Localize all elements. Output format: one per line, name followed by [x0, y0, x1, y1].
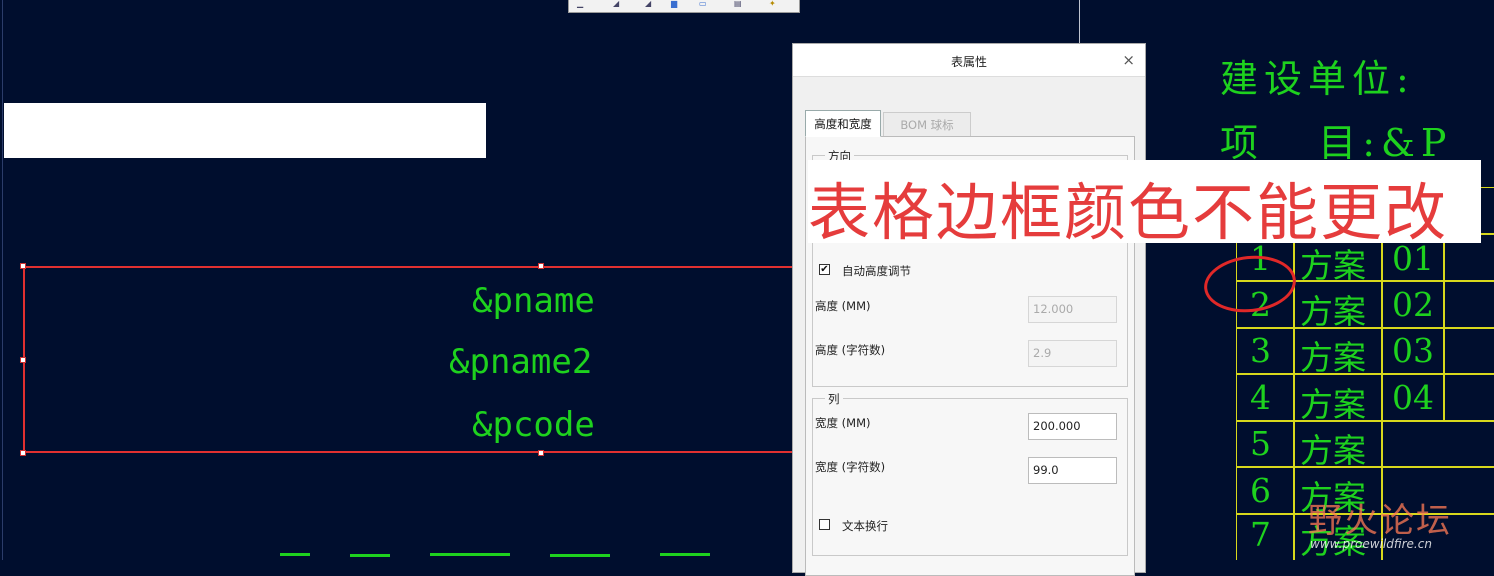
- table-row-code: 03: [1392, 331, 1434, 370]
- height-mm-label: 高度 (MM): [815, 299, 871, 313]
- annotation-callout: 表格边框颜色不能更改: [808, 160, 1481, 249]
- partial-text-bottom: [280, 553, 760, 560]
- close-icon[interactable]: ×: [1122, 51, 1135, 69]
- toolbar: ▁ ◢ ◢ ▆ ▭ ▤ ✦: [568, 0, 800, 13]
- auto-height-label: 自动高度调节: [842, 264, 911, 278]
- table-text-pname2[interactable]: &pname2: [449, 342, 592, 382]
- watermark-logo: 野火论坛: [1308, 501, 1452, 541]
- table-row-num: 4: [1250, 378, 1271, 417]
- width-mm-label: 宽度 (MM): [815, 416, 871, 430]
- white-block: [4, 103, 486, 158]
- width-mm-field[interactable]: 200.000: [1028, 413, 1117, 440]
- height-chars-field[interactable]: 2.9: [1028, 340, 1117, 367]
- dropdown-icon[interactable]: ◢: [613, 0, 623, 8]
- selection-handle[interactable]: [538, 263, 544, 269]
- symbol-icon[interactable]: ✦: [769, 0, 779, 8]
- table-row-name: 方案: [1300, 292, 1366, 331]
- table-row-name: 方案: [1300, 431, 1366, 470]
- select-icon[interactable]: ◢: [645, 0, 655, 8]
- table-row-num: 7: [1250, 515, 1271, 554]
- table-text-pname[interactable]: &pname: [472, 281, 595, 321]
- table-row-name: 方案: [1300, 338, 1366, 377]
- text-wrap-checkbox[interactable]: [819, 519, 830, 530]
- image-icon[interactable]: ▆: [671, 0, 681, 8]
- tab-height-width[interactable]: 高度和宽度: [805, 110, 881, 137]
- selection-handle[interactable]: [20, 357, 26, 363]
- auto-height-checkbox[interactable]: ✔: [819, 264, 830, 275]
- selected-table[interactable]: [23, 266, 813, 453]
- table-properties-dialog: 表属性 × 高度和宽度 BOM 球标 方向 ✔ 自动高度调节 高度 (MM) 1…: [792, 43, 1146, 576]
- group-column-label: 列: [825, 391, 843, 407]
- table-icon[interactable]: ▤: [734, 0, 744, 8]
- draw-icon[interactable]: ▁: [577, 0, 587, 8]
- table-row-name: 方案: [1300, 385, 1366, 424]
- height-mm-field[interactable]: 12.000: [1028, 296, 1117, 323]
- title-project: 项 目:&P: [1220, 121, 1453, 165]
- drawing-frame-line: [1079, 0, 1080, 44]
- watermark-url: www.proewildfire.cn: [1310, 537, 1432, 551]
- table-row-code: 04: [1392, 378, 1434, 417]
- canvas-border: [2, 0, 3, 560]
- table-row-num: 5: [1250, 424, 1271, 463]
- height-chars-label: 高度 (字符数): [815, 343, 886, 357]
- selection-handle[interactable]: [538, 450, 544, 456]
- table-row-code: 02: [1392, 285, 1434, 324]
- width-chars-label: 宽度 (字符数): [815, 460, 886, 474]
- dialog-titlebar[interactable]: 表属性 ×: [793, 44, 1145, 77]
- title-construction-unit: 建设单位:: [1220, 57, 1415, 101]
- table-row-num: 3: [1250, 331, 1271, 370]
- tab-bom-balloon[interactable]: BOM 球标: [883, 112, 971, 137]
- note-icon[interactable]: ▭: [699, 0, 709, 8]
- watermark: 野火论坛 www.proewildfire.cn: [1308, 493, 1494, 560]
- table-row-num: 6: [1250, 471, 1271, 510]
- selection-handle[interactable]: [20, 450, 26, 456]
- text-wrap-label: 文本换行: [842, 519, 888, 533]
- annotation-text: 表格边框颜色不能更改: [808, 176, 1449, 249]
- width-chars-field[interactable]: 99.0: [1028, 457, 1117, 484]
- dialog-title: 表属性: [950, 55, 987, 69]
- table-text-pcode[interactable]: &pcode: [472, 405, 595, 445]
- selection-handle[interactable]: [20, 263, 26, 269]
